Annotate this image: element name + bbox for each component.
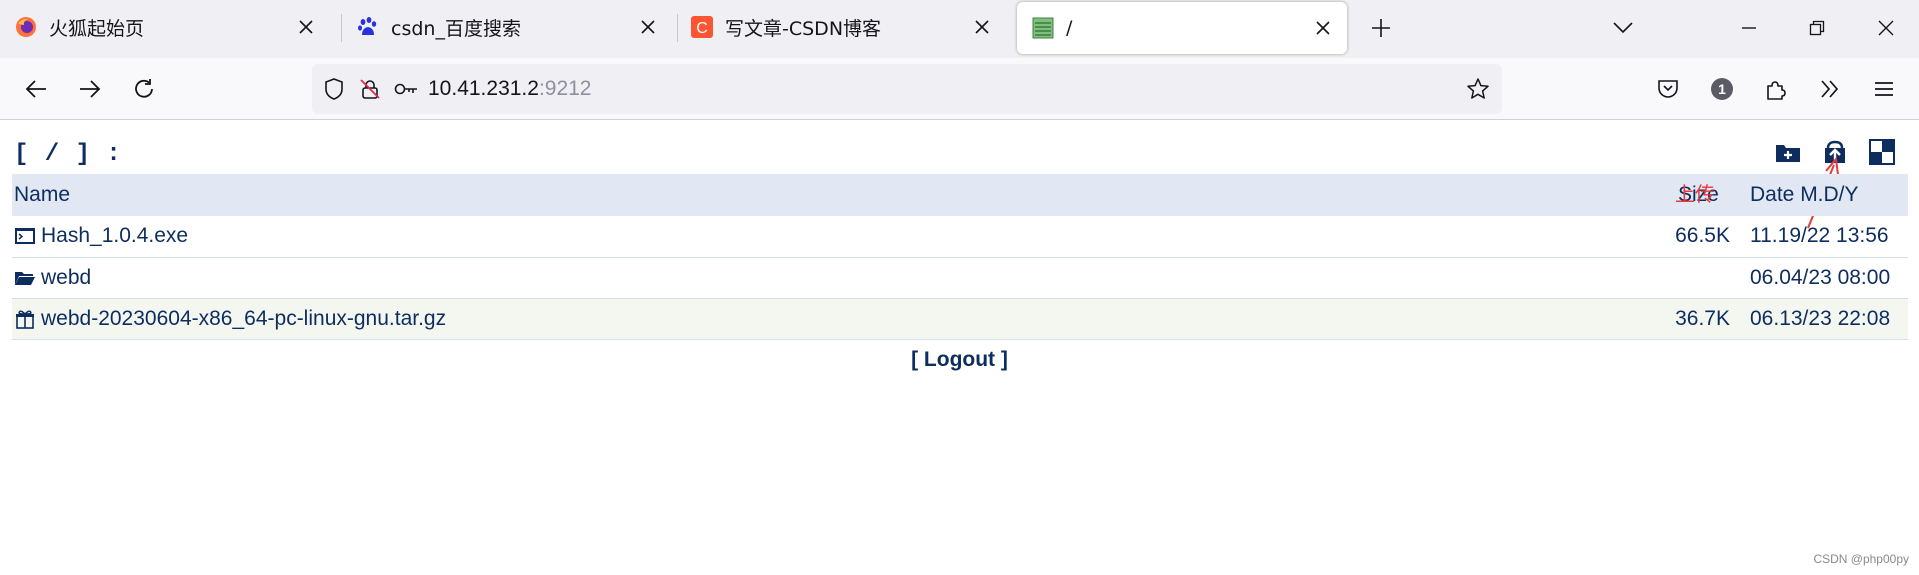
restore-button[interactable]	[1799, 12, 1835, 44]
file-size: 66.5K	[1672, 216, 1742, 258]
logout-link[interactable]: [ Logout ]	[0, 348, 1919, 372]
listing-page-icon	[1032, 17, 1054, 39]
tab-file-listing[interactable]: /	[1017, 2, 1347, 54]
folder-link[interactable]: webd	[14, 266, 1672, 290]
file-link[interactable]: Hash_1.0.4.exe	[14, 224, 1672, 248]
tab-title: 火狐起始页	[49, 17, 145, 40]
table-row: Hash_1.0.4.exe 66.5K 11.19/22 13:56	[12, 216, 1908, 258]
list-all-tabs-button[interactable]	[1607, 12, 1639, 44]
minimize-button[interactable]	[1731, 12, 1767, 44]
column-header-name[interactable]: Name	[12, 174, 1672, 216]
archive-gift-icon	[16, 310, 34, 329]
file-name-cell: webd	[12, 257, 1672, 299]
forward-button[interactable]	[73, 72, 107, 106]
file-size: 36.7K	[1672, 298, 1742, 340]
file-size	[1672, 257, 1742, 299]
tab-title: csdn_百度搜索	[391, 17, 521, 40]
reload-button[interactable]	[127, 72, 161, 106]
close-tab-icon[interactable]	[1311, 16, 1335, 40]
puzzle-icon	[1767, 81, 1786, 100]
url-host: 10.41.231.2	[428, 77, 539, 100]
file-listing-table: Name Size Date M.D/Y Hash_1.0.4.exe 66.5…	[12, 174, 1908, 340]
annotation-upload-label: 上传	[1675, 182, 1715, 206]
double-chevron-right-icon	[1821, 80, 1839, 98]
tab-csdn-write[interactable]: C 写文章-CSDN博客	[676, 0, 1006, 54]
forward-arrow-icon	[80, 80, 101, 98]
csdn-icon: C	[691, 16, 713, 38]
url-bar[interactable]: 10.41.231.2:9212	[312, 64, 1502, 114]
tab-firefox-home[interactable]: 火狐起始页	[0, 0, 330, 54]
extensions-button[interactable]	[1759, 72, 1793, 106]
file-date: 11.19/22 13:56	[1742, 216, 1908, 258]
tracking-protection-shield-icon[interactable]	[320, 75, 348, 103]
account-button[interactable]: 1	[1705, 72, 1739, 106]
column-header-date[interactable]: Date M.D/Y	[1742, 174, 1908, 216]
toggle-view-icon[interactable]	[1869, 139, 1895, 165]
close-window-button[interactable]	[1868, 12, 1904, 44]
close-tab-icon[interactable]	[636, 15, 660, 39]
restore-icon	[1809, 20, 1825, 36]
new-folder-icon[interactable]	[1775, 139, 1801, 165]
table-row: webd-20230604-x86_64-pc-linux-gnu.tar.gz…	[12, 298, 1908, 340]
terminal-file-icon	[15, 228, 35, 245]
file-date: 06.13/23 22:08	[1742, 298, 1908, 340]
tab-strip: 火狐起始页 csdn_百度搜索 C 写文章-CSDN博客 /	[0, 0, 1919, 58]
close-icon	[1878, 20, 1894, 36]
column-label-date: Date M.D/Y	[1750, 183, 1859, 206]
hamburger-menu-icon	[1875, 82, 1893, 96]
insecure-connection-lock-icon[interactable]	[356, 75, 384, 103]
file-name: webd-20230604-x86_64-pc-linux-gnu.tar.gz	[41, 306, 447, 330]
app-menu-button[interactable]	[1867, 72, 1901, 106]
new-tab-button[interactable]	[1365, 12, 1397, 44]
account-badge-count: 1	[1718, 81, 1726, 97]
baidu-paw-icon	[358, 17, 377, 35]
url-port: :9212	[538, 77, 592, 100]
pocket-icon	[1658, 80, 1678, 98]
navigation-toolbar: 10.41.231.2:9212 1	[0, 58, 1919, 120]
back-arrow-icon	[25, 80, 46, 98]
tab-title: 写文章-CSDN博客	[725, 17, 882, 40]
file-name: webd	[41, 265, 92, 289]
bookmark-star-icon[interactable]	[1464, 75, 1492, 103]
overflow-menu-button[interactable]	[1813, 72, 1847, 106]
table-header-row: Name Size Date M.D/Y	[12, 174, 1908, 216]
directory-title: [ / ] :	[14, 141, 122, 168]
plus-icon	[1372, 19, 1390, 37]
column-label-name: Name	[14, 183, 71, 206]
pocket-button[interactable]	[1651, 72, 1685, 106]
tab-baidu-search[interactable]: csdn_百度搜索	[342, 0, 672, 54]
chevron-down-icon	[1613, 22, 1633, 34]
minimize-icon	[1742, 27, 1756, 29]
key-permissions-icon[interactable]	[392, 75, 420, 103]
close-tab-icon[interactable]	[970, 15, 994, 39]
file-link[interactable]: webd-20230604-x86_64-pc-linux-gnu.tar.gz	[14, 307, 1672, 331]
close-tab-icon[interactable]	[294, 15, 318, 39]
watermark: CSDN @php00py	[1813, 552, 1909, 566]
svg-text:C: C	[696, 20, 708, 37]
file-name: Hash_1.0.4.exe	[41, 224, 189, 248]
file-name-cell: webd-20230604-x86_64-pc-linux-gnu.tar.gz	[12, 298, 1672, 340]
tab-title: /	[1066, 17, 1073, 39]
url-text[interactable]: 10.41.231.2:9212	[428, 77, 592, 101]
reload-icon	[135, 79, 153, 98]
file-name-cell: Hash_1.0.4.exe	[12, 216, 1672, 258]
firefox-icon	[16, 17, 36, 37]
folder-icon	[15, 271, 35, 285]
file-date: 06.04/23 08:00	[1742, 257, 1908, 299]
page-content: [ / ] : Name Size Date M.D/Y Hash_1.0.4.…	[0, 121, 1919, 575]
table-row: webd 06.04/23 08:00	[12, 257, 1908, 299]
back-button[interactable]	[19, 72, 53, 106]
